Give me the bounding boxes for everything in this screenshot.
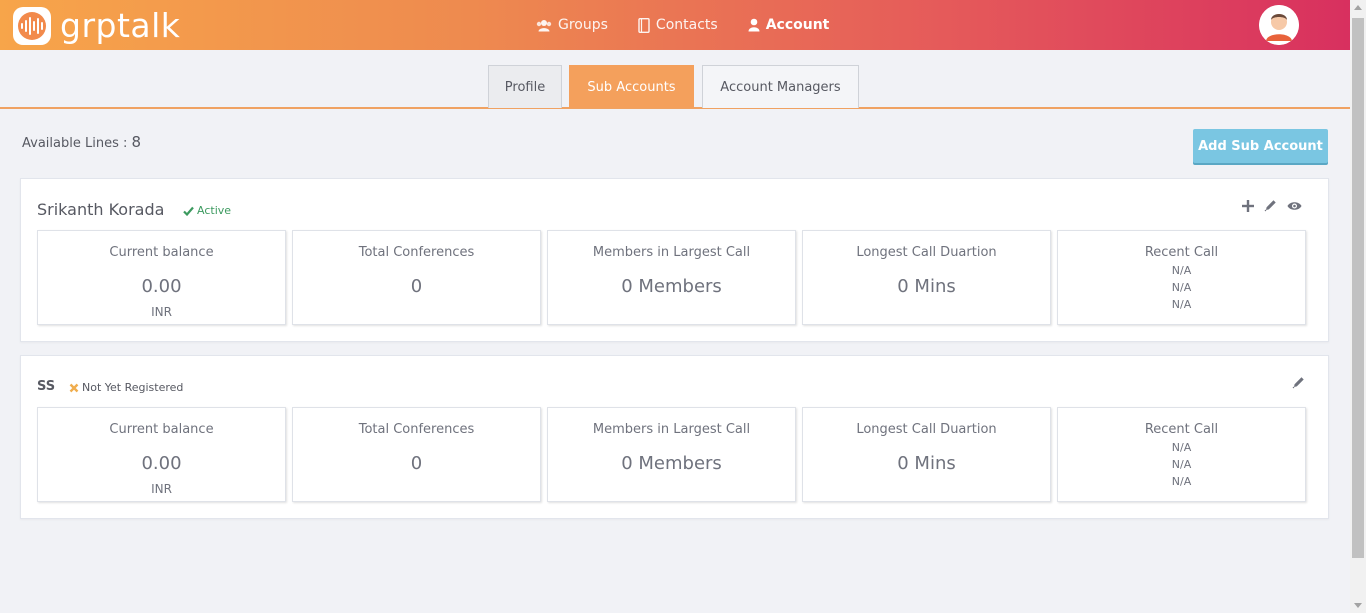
status-badge: Active — [183, 204, 231, 217]
users-icon — [536, 19, 552, 31]
stats-row: Current balance 0.00 INR Total Conferenc… — [37, 407, 1306, 502]
logo-icon — [13, 7, 51, 45]
available-lines-label: Available Lines : — [22, 136, 128, 151]
add-icon[interactable] — [1242, 199, 1254, 212]
scrollbar-thumb[interactable] — [1352, 18, 1364, 558]
recent-call-line: N/A — [1171, 441, 1192, 454]
stat-label: Longest Call Duartion — [856, 422, 997, 437]
stat-label: Total Conferences — [358, 422, 475, 437]
largest-call-box: Members in Largest Call 0 Members — [547, 407, 796, 502]
stat-label: Recent Call — [1144, 245, 1219, 260]
sub-account-card: Srikanth Korada Active Current balance 0… — [20, 178, 1329, 342]
nav-groups-label: Groups — [558, 17, 608, 33]
stat-label: Current balance — [109, 245, 214, 260]
stat-value: 0 — [410, 276, 423, 297]
recent-call-line: N/A — [1171, 298, 1192, 311]
status-badge: Not Yet Registered — [69, 381, 183, 394]
address-book-icon — [638, 17, 650, 33]
recent-call-box: Recent Call N/A N/A N/A — [1057, 407, 1306, 502]
main-nav: Groups Contacts Account — [536, 0, 859, 50]
stat-label: Longest Call Duartion — [856, 245, 997, 260]
stat-unit: INR — [151, 482, 172, 496]
tab-account-managers[interactable]: Account Managers — [702, 65, 859, 108]
largest-call-box: Members in Largest Call 0 Members — [547, 230, 796, 325]
current-balance-box: Current balance 0.00 INR — [37, 407, 286, 502]
card-actions — [1292, 376, 1305, 389]
scroll-down-arrow-icon[interactable] — [1354, 603, 1362, 608]
longest-call-box: Longest Call Duartion 0 Mins — [802, 407, 1051, 502]
available-lines: Available Lines : 8 — [22, 133, 141, 151]
stat-label: Current balance — [109, 422, 214, 437]
nav-account-label: Account — [765, 17, 830, 33]
recent-call-line: N/A — [1171, 281, 1192, 294]
total-conferences-box: Total Conferences 0 — [292, 230, 541, 325]
view-icon[interactable] — [1287, 201, 1302, 211]
sub-account-card: SS Not Yet Registered Current balance 0.… — [20, 355, 1329, 519]
cross-icon — [69, 383, 79, 392]
nav-account[interactable]: Account — [748, 17, 830, 33]
stat-value: 0 — [410, 453, 423, 474]
app-name: grptalk — [60, 6, 181, 45]
stat-value: 0.00 — [141, 276, 182, 297]
recent-call-line: N/A — [1171, 475, 1192, 488]
longest-call-box: Longest Call Duartion 0 Mins — [802, 230, 1051, 325]
stat-value: 0 Mins — [897, 453, 956, 474]
nav-groups[interactable]: Groups — [536, 17, 608, 33]
tab-sub-accounts[interactable]: Sub Accounts — [569, 65, 694, 108]
stat-value: 0 Members — [621, 276, 722, 297]
edit-icon[interactable] — [1264, 199, 1277, 212]
stat-value: 0 Mins — [897, 276, 956, 297]
sub-account-name: Srikanth Korada — [37, 200, 165, 219]
status-text: Not Yet Registered — [82, 381, 184, 394]
available-lines-value: 8 — [131, 133, 142, 151]
stats-row: Current balance 0.00 INR Total Conferenc… — [37, 230, 1306, 325]
account-tabs: Profile Sub Accounts Account Managers — [0, 65, 1350, 109]
stat-value: 0 Members — [621, 453, 722, 474]
stat-unit: INR — [151, 305, 172, 319]
recent-call-line: N/A — [1171, 264, 1192, 277]
page-scrollbar[interactable] — [1350, 0, 1366, 613]
nav-contacts-label: Contacts — [655, 17, 718, 33]
scroll-up-arrow-icon[interactable] — [1354, 5, 1362, 10]
nav-contacts[interactable]: Contacts — [638, 17, 718, 33]
recent-call-line: N/A — [1171, 458, 1192, 471]
recent-call-box: Recent Call N/A N/A N/A — [1057, 230, 1306, 325]
add-sub-account-button[interactable]: Add Sub Account — [1193, 129, 1328, 163]
total-conferences-box: Total Conferences 0 — [292, 407, 541, 502]
stat-label: Members in Largest Call — [592, 245, 751, 260]
card-actions — [1242, 199, 1302, 212]
user-avatar[interactable] — [1259, 5, 1299, 45]
check-icon — [183, 206, 194, 216]
app-logo[interactable]: grptalk — [13, 7, 180, 45]
tab-profile[interactable]: Profile — [488, 65, 562, 108]
stat-label: Members in Largest Call — [592, 422, 751, 437]
sub-account-name: SS — [37, 379, 56, 394]
edit-icon[interactable] — [1292, 376, 1305, 389]
user-icon — [748, 18, 760, 32]
avatar-icon — [1259, 5, 1299, 45]
stat-label: Recent Call — [1144, 422, 1219, 437]
stat-label: Total Conferences — [358, 245, 475, 260]
top-navbar: grptalk Groups Contacts Account — [0, 0, 1350, 50]
status-text: Active — [197, 204, 232, 217]
stat-value: 0.00 — [141, 453, 182, 474]
current-balance-box: Current balance 0.00 INR — [37, 230, 286, 325]
